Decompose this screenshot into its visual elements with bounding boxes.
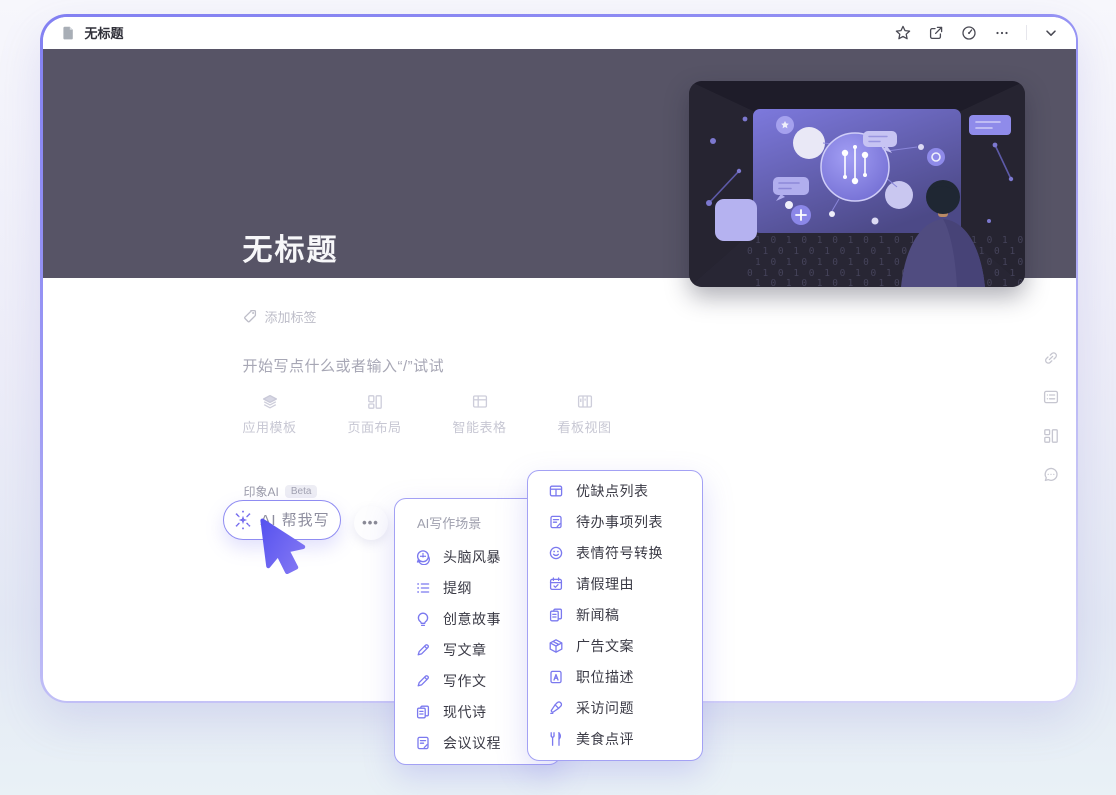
pros-cons-icon: [548, 483, 564, 499]
header-illustration: 1 0 1 0 1 0 1 0 1 0 1 0 1 0 1 0 1 0 1 0 …: [689, 81, 1025, 287]
package-icon: [548, 638, 564, 654]
ai-more-button[interactable]: •••: [354, 506, 388, 540]
side-toolbar: [1042, 349, 1060, 484]
window-title: 无标题: [85, 23, 124, 42]
window-topbar: 无标题: [43, 17, 1076, 49]
template-kanban-button[interactable]: 看板视图: [545, 393, 625, 436]
ai-beta-badge: Beta: [285, 485, 318, 498]
menu-item-press-release[interactable]: 新闻稿: [528, 599, 702, 630]
menu-item-food-review[interactable]: 美食点评: [528, 723, 702, 754]
star-icon[interactable]: [894, 24, 912, 42]
kanban-icon: [576, 393, 594, 411]
menu-item-job-description[interactable]: 职位描述: [528, 661, 702, 692]
menu-item-interview-questions[interactable]: 采访问题: [528, 692, 702, 723]
template-layout-button[interactable]: 页面布局: [335, 393, 415, 436]
copy-docs-icon: [548, 607, 564, 623]
layers-icon: [261, 393, 279, 411]
tag-icon: [242, 308, 258, 324]
utensils-icon: [548, 731, 564, 747]
sparkle-icon: [233, 510, 253, 530]
menu-item-emoji-convert[interactable]: 表情符号转换: [528, 537, 702, 568]
binary-row: 1 0 1 0 1 0 1 0 1 0 1 0 1 0 1 0 1 0 1 0 …: [755, 257, 1025, 268]
menu-item-pros-cons[interactable]: 优缺点列表: [528, 475, 702, 506]
list-icon: [415, 580, 431, 596]
bulb-icon: [415, 611, 431, 627]
blocks-icon[interactable]: [1042, 427, 1060, 445]
calendar-icon: [548, 576, 564, 592]
template-label: 页面布局: [347, 417, 401, 436]
share-icon[interactable]: [927, 24, 945, 42]
ai-write-label: AI 帮我写: [260, 509, 329, 530]
template-apply-button[interactable]: 应用模板: [230, 393, 310, 436]
doc-a-icon: [548, 669, 564, 685]
note-title[interactable]: 无标题: [243, 225, 339, 269]
add-tag-label: 添加标签: [265, 307, 317, 326]
history-icon[interactable]: [960, 24, 978, 42]
doc-pen-icon: [548, 514, 564, 530]
ai-brand-row: 印象AI Beta: [244, 483, 318, 500]
menu-item-ad-copy[interactable]: 广告文案: [528, 630, 702, 661]
comment-icon[interactable]: [1042, 466, 1060, 484]
template-label: 智能表格: [452, 417, 506, 436]
template-label: 看板视图: [557, 417, 611, 436]
card-icon[interactable]: [1042, 388, 1060, 406]
collapse-icon[interactable]: [1042, 24, 1060, 42]
link-icon[interactable]: [1042, 349, 1060, 367]
more-icon[interactable]: [993, 24, 1011, 42]
ai-writing-menu-more: 优缺点列表 待办事项列表 表情符号转换 请假理由 新闻稿: [527, 470, 703, 761]
doc-pen-icon: [415, 735, 431, 751]
add-tag-button[interactable]: 添加标签: [242, 307, 317, 326]
menu-item-todo-list[interactable]: 待办事项列表: [528, 506, 702, 537]
document-icon: [59, 24, 77, 42]
binary-row: 0 1 0 1 0 1 0 1 0 1 0 1 0 1 0 1 0 1 0 1 …: [747, 246, 1025, 257]
pen-icon: [415, 673, 431, 689]
table-icon: [471, 393, 489, 411]
brainstorm-icon: [415, 549, 431, 565]
ai-brand-label: 印象AI: [244, 483, 279, 500]
smiley-icon: [548, 545, 564, 561]
template-table-button[interactable]: 智能表格: [440, 393, 520, 436]
binary-row: 1 0 1 0 1 0 1 0 1 0 1 0 1 0 1 0 1 0 1 0 …: [755, 235, 1025, 246]
bubble-right: [969, 115, 1011, 135]
topbar-divider: [1026, 25, 1027, 40]
copy-docs-icon: [415, 704, 431, 720]
microphone-icon: [548, 700, 564, 716]
layout-icon: [366, 393, 384, 411]
ai-write-button[interactable]: AI 帮我写: [223, 500, 341, 540]
pen-icon: [415, 642, 431, 658]
menu-item-leave-excuse[interactable]: 请假理由: [528, 568, 702, 599]
canvas: 无标题: [0, 0, 1116, 795]
template-label: 应用模板: [242, 417, 296, 436]
editor-placeholder[interactable]: 开始写点什么或者输入“/”试试: [243, 355, 445, 376]
